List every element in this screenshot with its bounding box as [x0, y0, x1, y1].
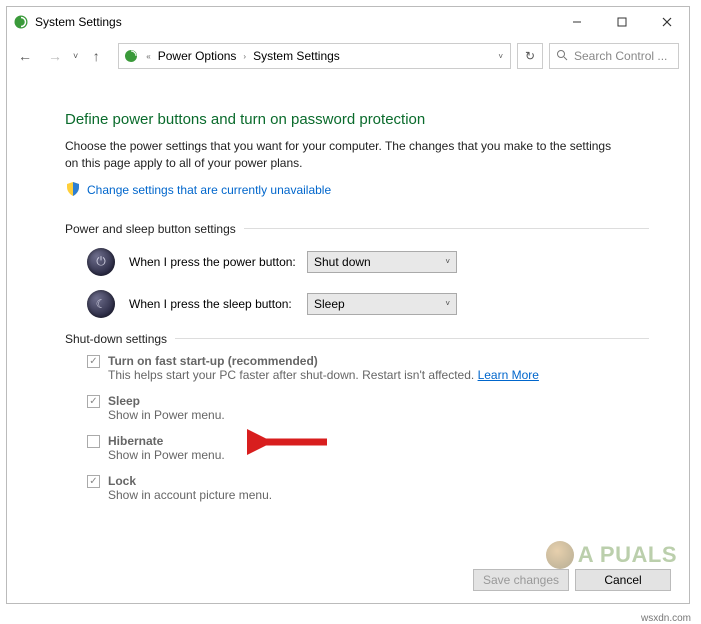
address-dropdown-icon[interactable]: ˅ [498, 52, 506, 61]
content: Define power buttons and turn on passwor… [7, 75, 689, 502]
minimize-button[interactable] [554, 8, 599, 37]
fast-startup-sub: This helps start your PC faster after sh… [108, 368, 539, 382]
power-icon: ⏻ [87, 248, 115, 276]
hibernate-opt-title: Hibernate [108, 434, 225, 448]
power-button-value: Shut down [314, 255, 371, 269]
settings-window: System Settings ← → ˅ ↑ « [6, 6, 690, 604]
sleep-checkbox: ✓ [87, 395, 100, 408]
sleep-opt-title: Sleep [108, 394, 225, 408]
chevron-down-icon: ˅ [445, 299, 450, 308]
lock-opt-title: Lock [108, 474, 272, 488]
hibernate-checkbox [87, 435, 100, 448]
titlebar: System Settings [7, 7, 689, 37]
crumb-power-options[interactable]: Power Options [158, 49, 237, 63]
address-bar[interactable]: « Power Options › System Settings ˅ [118, 43, 511, 69]
lock-opt-sub: Show in account picture menu. [108, 488, 272, 502]
app-icon [13, 14, 29, 30]
sleep-button-select[interactable]: Sleep ˅ [307, 293, 457, 315]
sleep-icon: ☾ [87, 290, 115, 318]
separator [175, 338, 649, 339]
search-icon [556, 49, 568, 64]
section-shutdown: Shut-down settings [65, 332, 167, 346]
fast-startup-title: Turn on fast start-up (recommended) [108, 354, 539, 368]
crumb-system-settings[interactable]: System Settings [253, 49, 340, 63]
watermark: A PUALS [546, 541, 677, 569]
power-button-label: When I press the power button: [129, 255, 307, 269]
sleep-button-label: When I press the sleep button: [129, 297, 307, 311]
chevron-icon: › [243, 52, 246, 61]
refresh-button[interactable]: ↻ [517, 43, 543, 69]
close-button[interactable] [644, 8, 689, 37]
section-power-sleep: Power and sleep button settings [65, 222, 236, 236]
page-description: Choose the power settings that you want … [65, 138, 625, 173]
search-input[interactable]: Search Control ... [549, 43, 679, 69]
up-button[interactable]: ↑ [84, 44, 108, 68]
learn-more-link[interactable]: Learn More [478, 368, 539, 382]
shield-icon [65, 181, 81, 200]
page-title: Define power buttons and turn on passwor… [65, 111, 649, 128]
save-button: Save changes [473, 569, 569, 591]
separator [244, 228, 649, 229]
back-button[interactable]: ← [13, 44, 37, 68]
chevron-down-icon: ˅ [445, 257, 450, 266]
footer-buttons: Save changes Cancel [473, 569, 671, 591]
maximize-button[interactable] [599, 8, 644, 37]
search-placeholder: Search Control ... [574, 49, 667, 63]
location-icon [123, 48, 139, 64]
arrow-annotation [247, 428, 337, 456]
admin-settings-link[interactable]: Change settings that are currently unava… [87, 183, 331, 197]
lock-checkbox: ✓ [87, 475, 100, 488]
power-button-select[interactable]: Shut down ˅ [307, 251, 457, 273]
hibernate-opt-sub: Show in Power menu. [108, 448, 225, 462]
forward-button: → [43, 44, 67, 68]
sleep-button-value: Sleep [314, 297, 345, 311]
cancel-button[interactable]: Cancel [575, 569, 671, 591]
fast-startup-checkbox: ✓ [87, 355, 100, 368]
watermark-icon [546, 541, 574, 569]
credit-text: wsxdn.com [641, 613, 691, 624]
sleep-opt-sub: Show in Power menu. [108, 408, 225, 422]
history-dropdown[interactable]: ˅ [73, 51, 78, 61]
chevron-icon: « [146, 52, 150, 61]
toolbar: ← → ˅ ↑ « Power Options › System Setting… [7, 37, 689, 75]
window-title: System Settings [35, 15, 554, 29]
